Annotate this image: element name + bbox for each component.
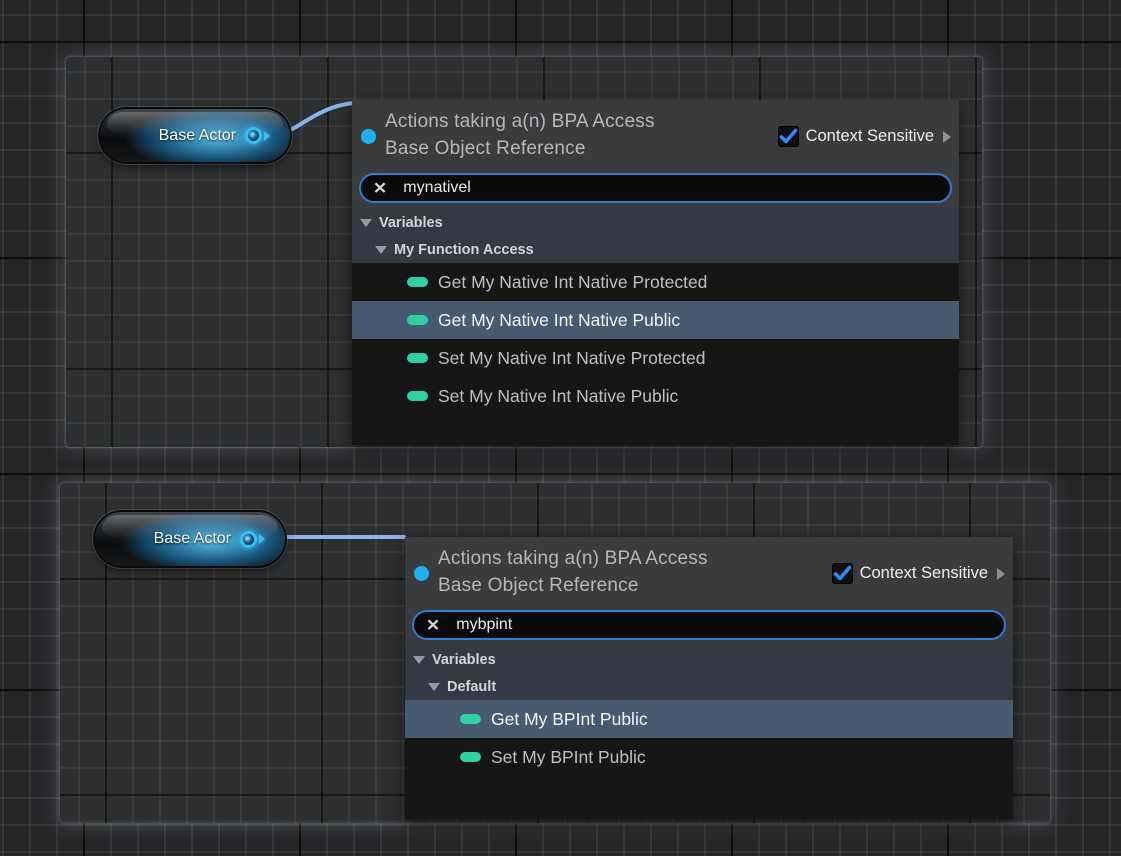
variable-pill-icon — [407, 315, 428, 325]
variable-pill-icon — [407, 353, 428, 363]
checkbox-checked-icon[interactable] — [778, 126, 799, 147]
variable-pill-icon — [460, 714, 481, 724]
node-base-actor[interactable]: Base Actor — [95, 512, 285, 566]
pin-type-dot-icon — [414, 566, 429, 581]
triangle-down-icon — [413, 656, 425, 664]
list-item-selected[interactable]: Get My Native Int Native Public — [352, 301, 959, 339]
variable-pill-icon — [460, 752, 481, 762]
tree-category-default[interactable]: Default — [405, 673, 1013, 700]
graph-panel-bottom: Base Actor Actions taking a(n) BPA Acces… — [60, 483, 1050, 823]
clear-search-icon[interactable]: ✕ — [373, 180, 387, 196]
list-item[interactable]: Set My Native Int Native Protected — [352, 339, 959, 377]
search-query-text: mynativel — [403, 179, 471, 197]
blueprint-graph-background: Base Actor Actions taking a(n) BPA Acces… — [0, 0, 1121, 856]
context-menu-bottom: Actions taking a(n) BPA Access Base Obje… — [405, 537, 1013, 819]
triangle-down-icon — [428, 683, 440, 691]
variable-pill-icon — [407, 391, 428, 401]
node-base-actor[interactable]: Base Actor — [100, 109, 290, 162]
tree-category-my-function-access[interactable]: My Function Access — [352, 236, 959, 263]
checkbox-checked-icon[interactable] — [832, 563, 853, 584]
tree-category-variables[interactable]: Variables — [352, 209, 959, 236]
output-pin-icon[interactable] — [245, 127, 270, 144]
triangle-down-icon — [375, 246, 387, 254]
chevron-right-icon[interactable] — [943, 131, 951, 143]
context-sensitive-toggle[interactable]: Context Sensitive — [778, 126, 951, 147]
graph-panel-top: Base Actor Actions taking a(n) BPA Acces… — [66, 57, 982, 447]
context-menu-top: Actions taking a(n) BPA Access Base Obje… — [352, 100, 959, 445]
pin-type-dot-icon — [361, 129, 376, 144]
output-pin-icon[interactable] — [240, 531, 265, 548]
tree-category-variables[interactable]: Variables — [405, 646, 1013, 673]
context-sensitive-label: Context Sensitive — [860, 564, 988, 583]
search-input[interactable]: ✕ mybpint — [412, 610, 1006, 640]
triangle-down-icon — [360, 219, 372, 227]
node-label: Base Actor — [154, 530, 231, 548]
action-list: Variables Default Get My BPInt Public Se… — [405, 646, 1013, 819]
list-item[interactable]: Set My Native Int Native Public — [352, 377, 959, 415]
action-list: Variables My Function Access Get My Nati… — [352, 209, 959, 445]
list-item[interactable]: Get My Native Int Native Protected — [352, 263, 959, 301]
chevron-right-icon[interactable] — [997, 568, 1005, 580]
search-query-text: mybpint — [456, 616, 512, 634]
node-label: Base Actor — [159, 127, 236, 145]
search-input[interactable]: ✕ mynativel — [359, 173, 952, 203]
context-sensitive-label: Context Sensitive — [806, 127, 934, 146]
context-sensitive-toggle[interactable]: Context Sensitive — [832, 563, 1005, 584]
variable-pill-icon — [407, 277, 428, 287]
clear-search-icon[interactable]: ✕ — [426, 617, 440, 633]
list-item-selected[interactable]: Get My BPInt Public — [405, 700, 1013, 738]
list-item[interactable]: Set My BPInt Public — [405, 738, 1013, 776]
